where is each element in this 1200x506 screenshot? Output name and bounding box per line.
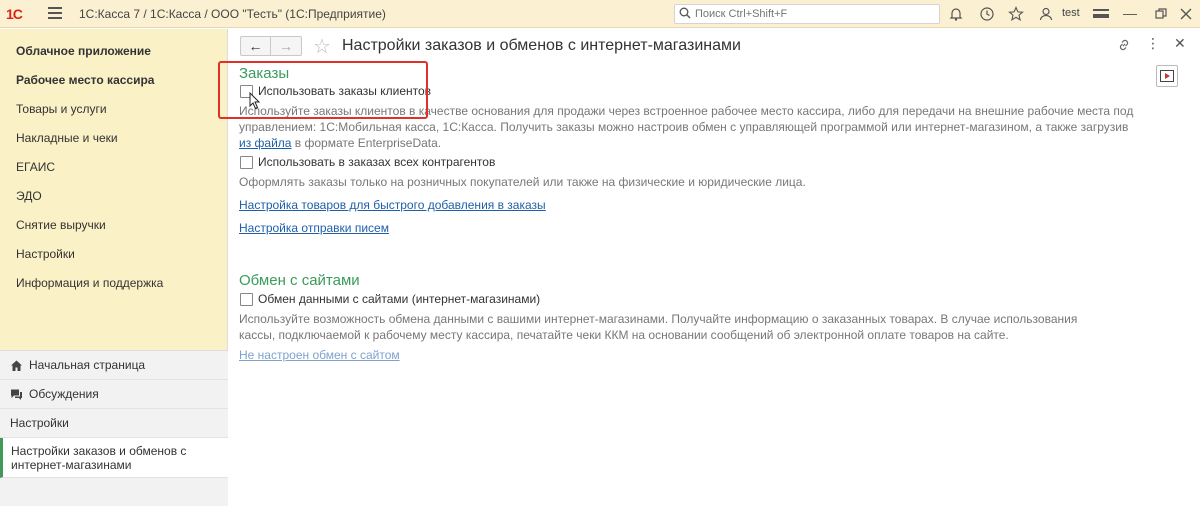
title-bar: 1C 1С:Касса 7 / 1С:Касса / ООО "Тесть" (… (0, 0, 1200, 28)
email-settings-link[interactable]: Настройка отправки писем (239, 221, 389, 235)
site-exchange-checkbox-row[interactable]: Обмен данными с сайтами (интернет-магази… (240, 292, 540, 306)
nav-discussions-label: Обсуждения (29, 386, 99, 401)
window-title: 1С:Касса 7 / 1С:Касса / ООО "Тесть" (1С:… (79, 7, 386, 21)
site-exchange-checkbox[interactable] (240, 292, 253, 306)
nav-home[interactable]: Начальная страница (0, 351, 228, 380)
more-options-icon[interactable]: ⋮ (1146, 35, 1160, 52)
nav-settings[interactable]: Настройки (0, 409, 228, 438)
section-invoices-receipts[interactable]: Накладные и чеки (0, 124, 228, 153)
section-egais[interactable]: ЕГАИС (0, 153, 228, 182)
app-logo[interactable]: 1C (6, 6, 23, 22)
nav-discussions[interactable]: Обсуждения (0, 380, 228, 409)
nav-home-label: Начальная страница (29, 357, 146, 372)
search-input[interactable] (695, 6, 935, 22)
open-windows-panel: Начальная страница Обсуждения Настройки … (0, 350, 228, 506)
forward-button[interactable]: → (271, 37, 301, 55)
arrow-right-icon: → (279, 38, 293, 54)
video-help-button[interactable] (1156, 65, 1178, 87)
search-icon (679, 7, 691, 19)
all-contractors-checkbox[interactable] (240, 155, 253, 169)
play-video-icon (1160, 70, 1174, 82)
page-title: Настройки заказов и обменов с интернет-м… (342, 37, 741, 54)
all-contractors-hint: Оформлять заказы только на розничных пок… (239, 175, 806, 189)
close-window-icon[interactable] (1178, 6, 1194, 22)
section-cash-withdrawal[interactable]: Снятие выручки (0, 211, 228, 240)
exchange-status-link[interactable]: Не настроен обмен с сайтом (239, 348, 400, 362)
site-exchange-label[interactable]: Обмен данными с сайтами (интернет-магази… (258, 292, 540, 306)
exchange-hint: Используйте возможность обмена данными с… (239, 312, 1078, 342)
history-icon[interactable] (979, 6, 995, 22)
favorite-star-icon[interactable]: ☆ (313, 34, 331, 59)
sidebar: Облачное приложение Рабочее место кассир… (0, 29, 228, 506)
mouse-cursor-icon (249, 92, 261, 110)
username[interactable]: test (1062, 7, 1080, 19)
back-button[interactable]: ← (241, 37, 272, 55)
close-form-icon[interactable]: ✕ (1174, 35, 1186, 52)
discussions-icon (11, 389, 22, 400)
restore-icon[interactable] (1153, 6, 1169, 22)
user-icon[interactable] (1038, 6, 1054, 22)
all-contractors-label[interactable]: Использовать в заказах всех контрагентов (258, 155, 495, 169)
favorites-star-icon[interactable] (1008, 6, 1024, 22)
quick-add-settings-link[interactable]: Настройка товаров для быстрого добавлени… (239, 198, 546, 212)
global-search[interactable] (674, 4, 940, 24)
section-goods-services[interactable]: Товары и услуги (0, 95, 228, 124)
minimize-icon[interactable]: — (1123, 5, 1139, 21)
section-info-support[interactable]: Информация и поддержка (0, 269, 228, 298)
settings-menu-icon[interactable] (1093, 6, 1109, 22)
sections-panel: Облачное приложение Рабочее место кассир… (0, 37, 228, 298)
history-nav: ← → (240, 36, 302, 56)
nav-active-window[interactable]: Настройки заказов и обменов с интернет-м… (0, 438, 228, 478)
section-cashier-workplace[interactable]: Рабочее место кассира (0, 66, 228, 95)
all-contractors-checkbox-row[interactable]: Использовать в заказах всех контрагентов (240, 155, 495, 169)
link-icon[interactable] (1117, 38, 1131, 52)
bell-icon[interactable] (948, 6, 964, 22)
section-cloud-app[interactable]: Облачное приложение (0, 37, 228, 66)
annotation-highlight (218, 61, 428, 119)
from-file-link[interactable]: из файла (239, 136, 291, 150)
section-edo[interactable]: ЭДО (0, 182, 228, 211)
main-menu-icon[interactable] (48, 7, 62, 21)
arrow-left-icon: ← (248, 38, 263, 54)
section-settings[interactable]: Настройки (0, 240, 228, 269)
exchange-heading: Обмен с сайтами (239, 272, 360, 289)
home-icon (11, 360, 22, 371)
